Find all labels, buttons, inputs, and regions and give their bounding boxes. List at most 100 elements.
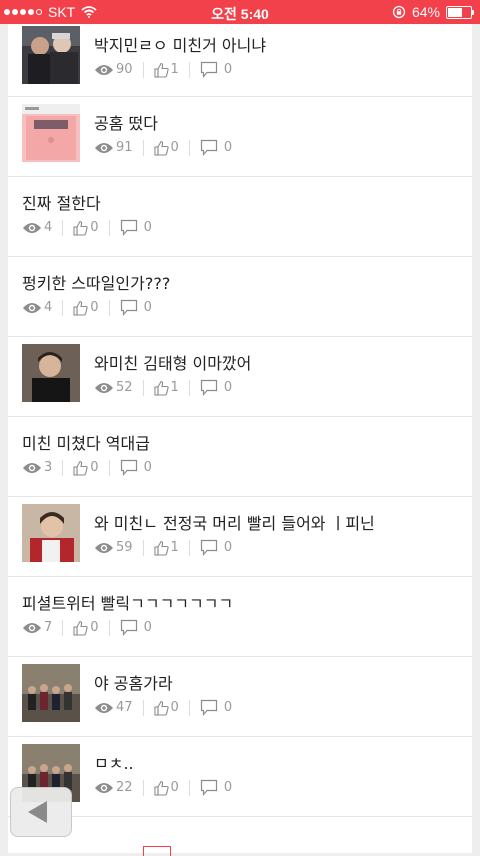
comment-count: 0 [120,219,152,236]
comment-icon [120,459,137,476]
stat-divider [188,379,190,396]
view-count: 4 [22,220,52,235]
post-stats: 47 0 0 [94,699,232,716]
view-count-value: 52 [116,380,133,395]
like-count-value: 0 [170,140,179,155]
stat-divider [108,219,110,236]
comment-count-value: 0 [143,620,152,635]
like-count: 0 [73,620,99,636]
post-stats: 4 0 0 [22,219,152,236]
list-item[interactable]: 공홈 떴다 91 0 0 [8,97,472,177]
pagination-current-page[interactable] [143,846,171,856]
eye-icon [95,542,113,553]
stat-divider [108,299,110,316]
view-count: 91 [94,140,133,155]
thumbs-up-icon [153,140,169,156]
orientation-lock-icon [392,5,406,19]
comment-icon [120,619,137,636]
post-thumbnail [22,504,80,562]
view-count: 52 [94,380,133,395]
list-item[interactable]: 박지민ㄹㅇ 미친거 아니냐 90 1 0 [8,24,472,97]
post-stats: 7 0 0 [22,619,152,636]
thumbs-up-icon [153,62,169,78]
comment-count: 0 [120,459,152,476]
comment-count-value: 0 [223,380,233,395]
post-title: 피셜트위터 빨릭ㄱㄱㄱㄱㄱㄱㄱ [22,594,234,613]
comment-count-value: 0 [223,62,233,77]
like-count: 0 [73,220,99,236]
list-item[interactable]: 야 공홈가라 47 0 0 [8,657,472,737]
stat-divider [188,139,190,156]
comment-count: 0 [200,539,232,556]
post-title: 진짜 절한다 [22,194,101,213]
comment-count-value: 0 [223,700,233,715]
like-count: 0 [153,140,179,156]
comment-count-value: 0 [143,460,152,475]
list-item[interactable]: 진짜 절한다 4 0 0 [8,177,472,257]
back-button[interactable] [10,787,72,837]
post-stats: 90 1 0 [94,61,232,78]
stat-divider [142,379,144,396]
list-item[interactable]: 미친 미쳤다 역대급 3 0 0 [8,417,472,497]
post-stats: 91 0 0 [94,139,232,156]
list-item[interactable]: 펑키한 스따일인가??? 4 0 0 [8,257,472,337]
post-title: 공홈 떴다 [94,114,158,133]
view-count-value: 90 [116,62,133,77]
comment-icon [200,539,217,556]
eye-icon [23,622,41,633]
stat-divider [62,459,64,476]
comment-count: 0 [200,61,232,78]
list-item[interactable]: ㅁㅊ.. 22 0 0 [8,737,472,817]
like-count-value: 0 [90,220,99,235]
comment-icon [200,779,217,796]
view-count-value: 7 [44,620,53,635]
view-count: 90 [94,62,133,77]
like-count-value: 0 [170,780,179,795]
comment-count-value: 0 [223,140,233,155]
stat-divider [62,619,64,636]
view-count-value: 4 [44,220,53,235]
post-thumbnail [22,104,80,162]
view-count-value: 47 [116,700,133,715]
eye-icon [95,64,113,75]
back-arrow-icon [28,801,47,823]
comment-count-value: 0 [223,540,233,555]
list-item[interactable]: 피셜트위터 빨릭ㄱㄱㄱㄱㄱㄱㄱ 7 0 0 [8,577,472,657]
view-count: 7 [22,620,52,635]
stat-divider [142,699,144,716]
thumbs-up-icon [73,620,88,636]
view-count: 59 [94,540,133,555]
like-count-value: 0 [170,700,179,715]
like-count: 0 [153,700,179,716]
post-stats: 22 0 0 [94,779,232,796]
comment-count: 0 [200,379,232,396]
comment-count: 0 [200,139,232,156]
comment-count: 0 [200,779,232,796]
list-item[interactable]: 와미친 김태형 이마깠어 52 1 0 [8,337,472,417]
like-count-value: 1 [170,62,179,77]
post-title: 와 미친ㄴ 전정국 머리 빨리 들어와 ㅣ피닌 [94,514,375,533]
post-title: 펑키한 스따일인가??? [22,274,171,293]
comment-icon [200,139,217,156]
comment-count-value: 0 [143,220,152,235]
eye-icon [95,142,113,153]
comment-count-value: 0 [143,300,152,315]
battery-percent: 64% [411,4,440,20]
post-list: 박지민ㄹㅇ 미친거 아니냐 90 1 0 공홈 떴다 91 0 0 진짜 절한다… [8,24,472,853]
eye-icon [95,782,113,793]
thumbs-up-icon [73,220,88,236]
stat-divider [62,299,64,316]
comment-icon [120,219,137,236]
battery-icon [446,5,474,19]
view-count-value: 4 [44,300,53,315]
list-item[interactable]: 와 미친ㄴ 전정국 머리 빨리 들어와 ㅣ피닌 59 1 0 [8,497,472,577]
like-count: 1 [153,62,179,78]
like-count: 0 [73,460,99,476]
comment-count: 0 [200,699,232,716]
comment-icon [120,299,137,316]
status-bar: SKT 오전 5:40 64% [0,0,480,24]
stat-divider [188,699,190,716]
stat-divider [142,139,144,156]
post-thumbnail [22,26,80,84]
post-title: 미친 미쳤다 역대급 [22,434,150,453]
